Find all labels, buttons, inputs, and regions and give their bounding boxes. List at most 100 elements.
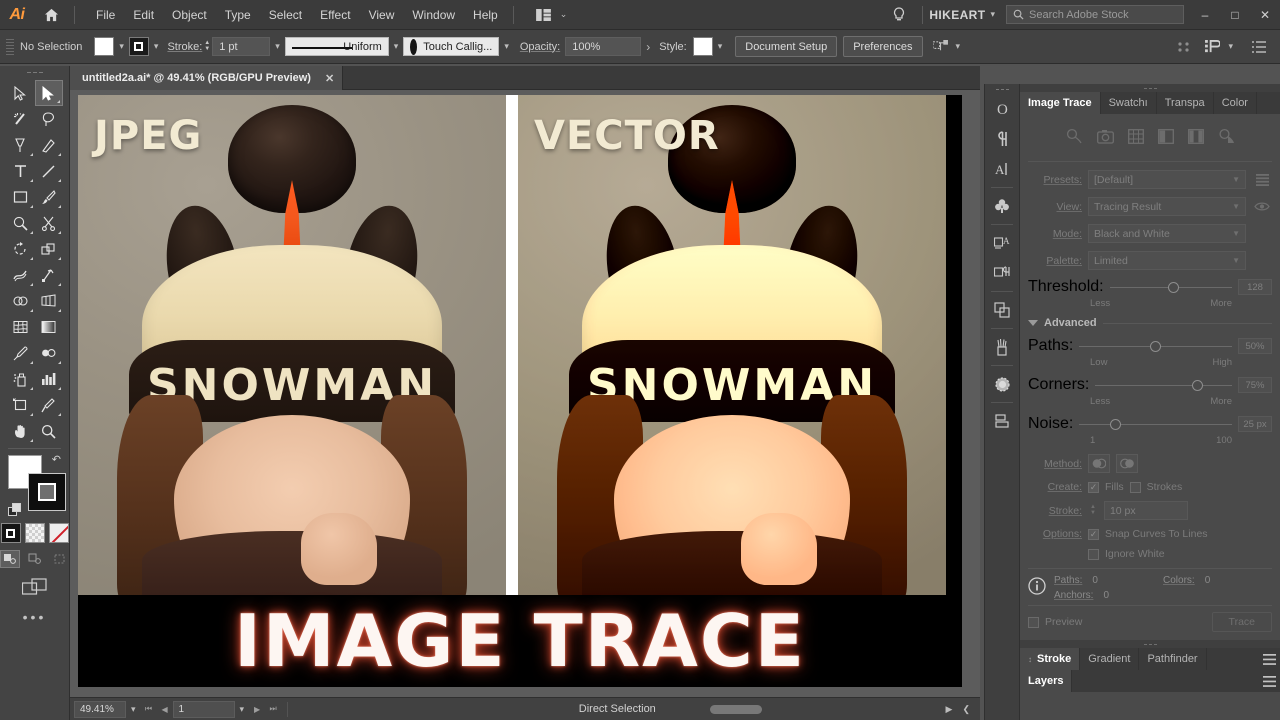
next-artboard-button[interactable]: ▶ (249, 701, 265, 718)
preview-checkbox[interactable] (1028, 616, 1039, 628)
transform-panel-icon[interactable]: ▾ (1205, 39, 1238, 54)
minimize-button[interactable]: – (1190, 0, 1220, 30)
rotate-tool[interactable] (6, 236, 35, 262)
status-play-icon[interactable]: ▶ (941, 704, 958, 715)
threshold-slider[interactable] (1109, 281, 1232, 293)
stroke-stepper[interactable]: ▲ ▼ (1088, 504, 1098, 516)
magic-wand-tool[interactable] (6, 106, 35, 132)
opacity-field[interactable]: 100% (565, 37, 642, 56)
menu-item-edit[interactable]: Edit (124, 3, 163, 27)
view-select[interactable]: Tracing Result ▼ (1088, 197, 1246, 216)
shaper-tool[interactable] (6, 210, 35, 236)
more-options-icon[interactable] (1252, 40, 1266, 53)
screen-mode-icon[interactable] (0, 577, 69, 597)
scale-tool[interactable] (35, 236, 64, 262)
slice-tool[interactable] (35, 392, 64, 418)
document-setup-button[interactable]: Document Setup (735, 36, 838, 57)
tab-swatches[interactable]: Swatchı (1100, 92, 1157, 114)
curvature-tool[interactable] (35, 132, 64, 158)
info-icon[interactable] (1028, 576, 1046, 600)
paths-value[interactable]: 50% (1238, 338, 1272, 354)
arrange-documents-button[interactable]: ⌄ (532, 6, 577, 24)
ignore-white-checkbox[interactable] (1088, 548, 1099, 560)
presets-select[interactable]: [Default] ▼ (1088, 170, 1246, 189)
corners-value[interactable]: 75% (1238, 377, 1272, 393)
home-icon[interactable] (34, 0, 68, 30)
three-colors-icon[interactable] (1157, 128, 1174, 149)
menu-item-help[interactable]: Help (464, 3, 507, 27)
symbol-sprayer-tool[interactable] (6, 366, 35, 392)
panels-dock-grip[interactable] (1020, 84, 1280, 92)
first-artboard-button[interactable]: ⏮ (141, 701, 157, 718)
menu-item-select[interactable]: Select (260, 3, 311, 27)
chevron-down-icon[interactable]: ▾ (951, 41, 966, 52)
zoom-level-field[interactable]: 49.41% (74, 700, 126, 718)
menu-item-effect[interactable]: Effect (311, 3, 359, 27)
create-fills-checkbox[interactable]: ✓ (1088, 481, 1099, 493)
pathfinder-icon[interactable] (985, 295, 1019, 325)
scissors-tool[interactable] (35, 210, 64, 236)
preferences-button[interactable]: Preferences (843, 36, 923, 57)
zoom-tool[interactable] (35, 418, 64, 444)
chevron-down-icon[interactable]: ▾ (985, 9, 1000, 20)
appearance-icon[interactable] (985, 369, 1019, 399)
eyedropper-tool[interactable] (6, 340, 35, 366)
stroke-profile-field[interactable]: Uniform (284, 37, 389, 56)
default-fill-stroke-icon[interactable] (8, 503, 22, 517)
layers-panel-menu-icon[interactable] (1258, 670, 1280, 692)
stroke-color-indicator[interactable] (28, 473, 66, 511)
more-tools-button[interactable]: ••• (0, 609, 69, 625)
noise-slider[interactable] (1079, 418, 1232, 430)
swap-fill-stroke-icon[interactable]: ↶ (52, 453, 61, 466)
draw-inside-icon[interactable] (49, 550, 69, 568)
black-and-white-icon[interactable] (1218, 128, 1235, 149)
tab-transparency[interactable]: Transpa (1156, 92, 1214, 114)
transform-button[interactable]: ▾ (932, 39, 966, 54)
glyphs-icon[interactable]: O (985, 94, 1019, 124)
palette-select[interactable]: Limited ▼ (1088, 251, 1246, 270)
eye-icon[interactable] (1252, 197, 1272, 216)
character-styles-icon[interactable] (985, 258, 1019, 288)
dock-grip[interactable] (985, 84, 1019, 94)
user-account-label[interactable]: HIKEART (929, 8, 985, 22)
tab-gradient[interactable]: Gradient (1080, 648, 1140, 670)
menu-item-window[interactable]: Window (403, 3, 464, 27)
canvas-area[interactable]: SNOWMAN JPEG SNOWMAN VECTOR IMAGE TRACE (70, 90, 980, 697)
artboard-tool[interactable] (6, 392, 35, 418)
hand-tool[interactable] (6, 418, 35, 444)
pen-tool[interactable] (6, 132, 35, 158)
menu-item-type[interactable]: Type (216, 3, 260, 27)
graphic-style-swatch[interactable] (692, 37, 713, 56)
previous-artboard-button[interactable]: ◀ (157, 701, 173, 718)
color-mode-icon[interactable] (0, 523, 21, 543)
menu-item-file[interactable]: File (87, 3, 124, 27)
selection-tool[interactable] (6, 80, 35, 106)
snap-curves-checkbox[interactable]: ✓ (1088, 528, 1099, 540)
gradient-mode-icon[interactable] (24, 523, 45, 543)
gradient-tool[interactable] (35, 314, 64, 340)
fill-color-swatch[interactable] (94, 37, 115, 56)
close-icon[interactable]: ✕ (325, 72, 334, 85)
chevron-down-icon[interactable]: ▾ (126, 704, 141, 715)
none-mode-icon[interactable] (48, 523, 69, 543)
column-graph-tool[interactable] (35, 366, 64, 392)
mesh-tool[interactable] (6, 314, 35, 340)
abutting-method-icon[interactable] (1088, 454, 1110, 473)
status-text[interactable]: Direct Selection (579, 703, 656, 715)
chevron-down-icon[interactable]: ▾ (1223, 41, 1238, 52)
corners-slider[interactable] (1095, 379, 1232, 391)
trace-button[interactable]: Trace (1211, 612, 1272, 632)
chevron-down-icon[interactable]: ▾ (149, 41, 164, 52)
high-fidelity-photo-icon[interactable] (1096, 129, 1114, 149)
low-fidelity-photo-icon[interactable] (1127, 128, 1144, 149)
lightbulb-icon[interactable] (882, 0, 916, 30)
lasso-tool[interactable] (35, 106, 64, 132)
paragraph-icon[interactable] (985, 124, 1019, 154)
tools-panel-grip[interactable] (0, 66, 69, 78)
control-bar-grip[interactable] (6, 35, 14, 59)
create-strokes-checkbox[interactable] (1129, 481, 1141, 493)
blend-tool[interactable] (35, 340, 64, 366)
presets-menu-icon[interactable] (1252, 170, 1272, 189)
menu-item-object[interactable]: Object (163, 3, 216, 27)
character-icon[interactable]: A (985, 154, 1019, 184)
